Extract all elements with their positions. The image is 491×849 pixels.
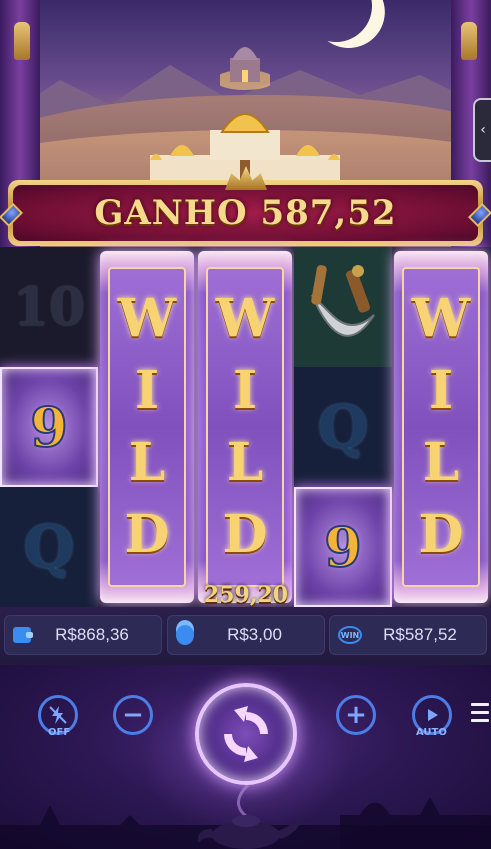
wild-letter: L bbox=[128, 432, 166, 493]
right-tassel bbox=[461, 22, 477, 60]
wild-letter: I bbox=[134, 360, 160, 421]
balance-value: R$868,36 bbox=[55, 625, 129, 644]
wild-letter: W bbox=[215, 288, 275, 349]
win-display: WIN R$587,52 bbox=[329, 615, 487, 655]
wild-symbol: W I L D bbox=[100, 251, 194, 603]
side-panel-tab[interactable]: ‹ bbox=[473, 98, 491, 162]
decrease-bet-button[interactable]: − bbox=[113, 695, 153, 735]
wallet-icon bbox=[13, 627, 33, 643]
palace bbox=[150, 113, 340, 180]
win-icon: WIN bbox=[338, 626, 362, 644]
reel-3: W I L D bbox=[196, 247, 294, 607]
win-value: R$587,52 bbox=[383, 625, 457, 644]
symbol-queen-glyph: Q bbox=[317, 393, 369, 461]
turbo-label: OFF bbox=[48, 727, 71, 738]
lightning-off-icon bbox=[49, 706, 67, 724]
reel-5: W I L D bbox=[392, 247, 490, 607]
symbol-nine-glyph: 9 bbox=[29, 394, 69, 460]
reel-win-amount: 259,20 bbox=[203, 582, 289, 608]
bet-display[interactable]: R$3,00 bbox=[166, 615, 325, 655]
wild-letter: D bbox=[222, 504, 268, 565]
wild-letter: D bbox=[418, 504, 464, 565]
wild-letter: D bbox=[124, 504, 170, 565]
magic-lamp-icon bbox=[197, 785, 306, 849]
chevron-left-icon: ‹ bbox=[480, 122, 486, 138]
balance-display[interactable]: R$868,36 bbox=[4, 615, 162, 655]
refresh-arrows-icon bbox=[224, 706, 268, 762]
control-panel: OFF − + AUTO bbox=[0, 665, 491, 849]
crescent-moon bbox=[290, 0, 382, 52]
symbol-queen: Q bbox=[294, 367, 392, 487]
symbol-nine-highlighted: 9 bbox=[0, 367, 98, 487]
increase-bet-button[interactable]: + bbox=[336, 695, 376, 735]
minus-icon: − bbox=[122, 700, 144, 730]
reel-grid: 10 9 Q W I L D W I L D Q 9 W I L D bbox=[0, 247, 491, 607]
left-tassel bbox=[14, 22, 30, 60]
play-icon bbox=[428, 709, 438, 721]
symbol-queen: Q bbox=[0, 487, 98, 607]
plus-icon: + bbox=[345, 700, 367, 730]
wild-letter: L bbox=[226, 432, 264, 493]
wild-symbol: W I L D bbox=[394, 251, 488, 603]
symbol-nine-glyph: 9 bbox=[323, 514, 363, 580]
wild-letter: I bbox=[232, 360, 258, 421]
distant-mosque bbox=[220, 47, 270, 90]
win-total-text: GANHO 587,52 bbox=[94, 193, 397, 233]
symbol-nine-highlighted: 9 bbox=[294, 487, 392, 607]
symbol-ten: 10 bbox=[0, 247, 98, 367]
wild-symbol: W I L D bbox=[198, 251, 292, 603]
wild-letter: L bbox=[422, 432, 460, 493]
win-banner: GANHO 587,52 bbox=[0, 166, 491, 246]
wild-letter: W bbox=[117, 288, 177, 349]
info-bar: R$868,36 R$3,00 WIN R$587,52 bbox=[0, 607, 491, 665]
menu-icon[interactable] bbox=[471, 703, 489, 727]
wild-letter: I bbox=[428, 360, 454, 421]
reel-4: Q 9 bbox=[294, 247, 392, 607]
symbol-queen-glyph: Q bbox=[23, 513, 75, 581]
wild-letter: W bbox=[411, 288, 471, 349]
bet-value: R$3,00 bbox=[227, 625, 282, 644]
reel-1: 10 9 Q bbox=[0, 247, 98, 607]
coins-icon bbox=[175, 625, 194, 645]
reel-2: W I L D bbox=[98, 247, 196, 607]
autoplay-label: AUTO bbox=[416, 727, 447, 738]
dagger-icon bbox=[311, 265, 375, 337]
symbol-ten-glyph: 10 bbox=[12, 276, 86, 338]
spin-button[interactable] bbox=[195, 683, 297, 785]
symbol-dagger bbox=[294, 247, 392, 367]
